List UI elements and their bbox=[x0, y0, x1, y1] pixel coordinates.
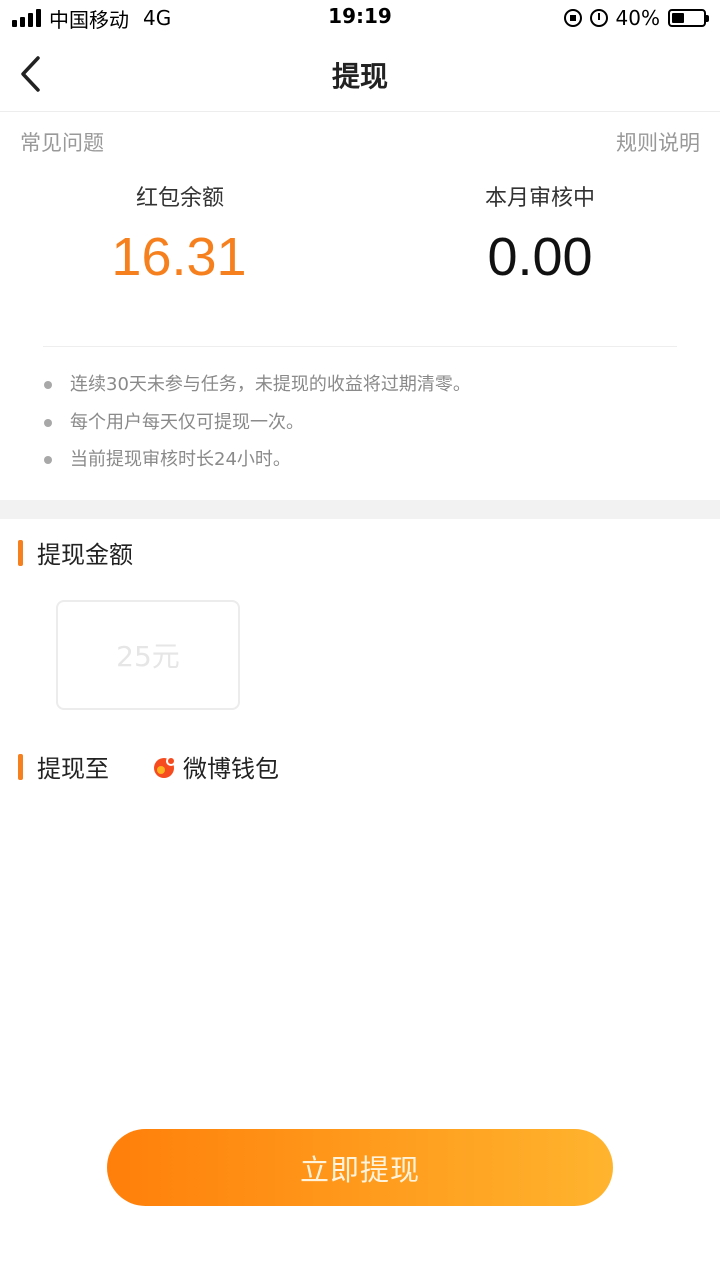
notes-list: 连续30天未参与任务，未提现的收益将过期清零。 每个用户每天仅可提现一次。 当前… bbox=[44, 370, 471, 483]
back-button[interactable] bbox=[14, 50, 54, 98]
withdraw-screen: 中国移动 4G 19:19 40% 提现 常见问题 规则说明 红包余额 16.3… bbox=[0, 0, 720, 1280]
divider bbox=[43, 346, 677, 347]
withdraw-now-button[interactable]: 立即提现 bbox=[107, 1129, 613, 1206]
weibo-wallet-option[interactable]: 微博钱包 bbox=[153, 749, 279, 784]
status-right: 40% bbox=[563, 6, 709, 30]
accent-bar bbox=[18, 539, 23, 566]
destination-section-header: 提现至 bbox=[18, 749, 109, 784]
chevron-left-icon bbox=[21, 56, 40, 92]
review-stat: 本月审核中 0.00 bbox=[360, 180, 720, 288]
page-title: 提现 bbox=[331, 60, 388, 93]
amount-option-25[interactable]: 25元 bbox=[56, 600, 240, 710]
rules-link[interactable]: 规则说明 bbox=[616, 127, 700, 157]
amount-section-title: 提现金额 bbox=[37, 541, 133, 569]
battery-fill bbox=[672, 13, 684, 23]
note-item: 每个用户每天仅可提现一次。 bbox=[44, 408, 471, 446]
status-bar: 中国移动 4G 19:19 40% bbox=[0, 0, 720, 36]
review-value: 0.00 bbox=[487, 227, 593, 287]
review-label: 本月审核中 bbox=[484, 186, 595, 211]
destination-section-title: 提现至 bbox=[37, 755, 109, 783]
battery-percent: 40% bbox=[615, 6, 660, 30]
amount-option-label: 25元 bbox=[116, 640, 180, 673]
note-item: 当前提现审核时长24小时。 bbox=[44, 445, 471, 483]
rotation-lock-icon bbox=[563, 9, 582, 27]
wallet-name: 微博钱包 bbox=[183, 755, 279, 783]
alarm-icon bbox=[589, 9, 608, 27]
faq-link[interactable]: 常见问题 bbox=[20, 127, 104, 157]
accent-bar bbox=[18, 753, 23, 780]
battery-icon bbox=[668, 9, 709, 27]
balance-stat: 红包余额 16.31 bbox=[0, 180, 360, 288]
note-item: 连续30天未参与任务，未提现的收益将过期清零。 bbox=[44, 370, 471, 408]
weibo-wallet-icon bbox=[154, 755, 176, 778]
balance-value: 16.31 bbox=[111, 227, 247, 287]
balance-label: 红包余额 bbox=[135, 186, 224, 211]
section-separator bbox=[0, 500, 720, 519]
withdraw-now-label: 立即提现 bbox=[299, 1154, 420, 1187]
nav-bar: 提现 bbox=[0, 36, 720, 112]
amount-section-header: 提现金额 bbox=[18, 535, 133, 570]
